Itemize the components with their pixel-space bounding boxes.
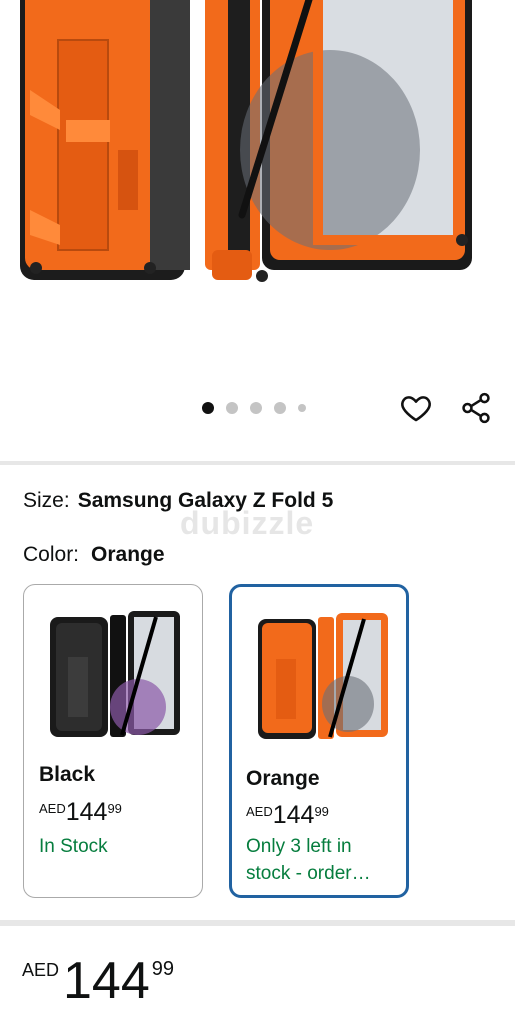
wishlist-button[interactable]	[398, 390, 434, 426]
price-whole: 144	[272, 801, 315, 829]
share-icon	[462, 392, 490, 424]
case-front-illustration	[238, 0, 472, 282]
currency-label: AED	[246, 804, 273, 819]
color-value: Orange	[91, 543, 165, 566]
product-price: AED 144 99	[22, 952, 174, 1010]
variant-thumbnail-black	[50, 611, 180, 737]
variant-thumbnail-orange	[258, 613, 388, 739]
price-fraction: 99	[107, 801, 122, 816]
price-fraction: 99	[314, 804, 329, 819]
variant-name: Black	[39, 763, 96, 786]
currency-label: AED	[39, 801, 66, 816]
carousel-dot-5[interactable]	[298, 404, 306, 412]
color-option-orange[interactable]: Orange AED 144 99 Only 3 left in stock - o…	[229, 584, 409, 898]
variant-price: AED 144 99	[246, 801, 329, 829]
product-image[interactable]	[0, 0, 515, 300]
heart-icon	[401, 396, 431, 422]
section-divider	[0, 461, 515, 465]
variant-price: AED 144 99	[39, 798, 122, 826]
stock-status: Only 3 left in stock - order…	[246, 836, 371, 884]
price-whole: 144	[63, 952, 150, 1010]
stock-status: In Stock	[39, 836, 108, 857]
color-label: Color:	[23, 543, 80, 566]
color-selector-heading: Color: Orange	[23, 543, 165, 567]
carousel-dot-3[interactable]	[250, 402, 262, 414]
price-fraction: 99	[151, 958, 175, 980]
size-label: Size:	[23, 489, 70, 512]
carousel-dot-1[interactable]	[202, 402, 214, 414]
share-button[interactable]	[458, 390, 494, 426]
watermark: dubizzle	[180, 505, 315, 541]
price-whole: 144	[65, 798, 108, 826]
carousel-dot-2[interactable]	[226, 402, 238, 414]
variant-name: Orange	[246, 767, 320, 790]
section-divider	[0, 920, 515, 926]
carousel-indicator[interactable]	[202, 402, 306, 414]
color-option-black[interactable]: Black AED 144 99 In Stock	[23, 584, 203, 898]
carousel-dot-4[interactable]	[274, 402, 286, 414]
case-back-illustration	[20, 0, 190, 280]
currency-label: AED	[22, 960, 60, 980]
